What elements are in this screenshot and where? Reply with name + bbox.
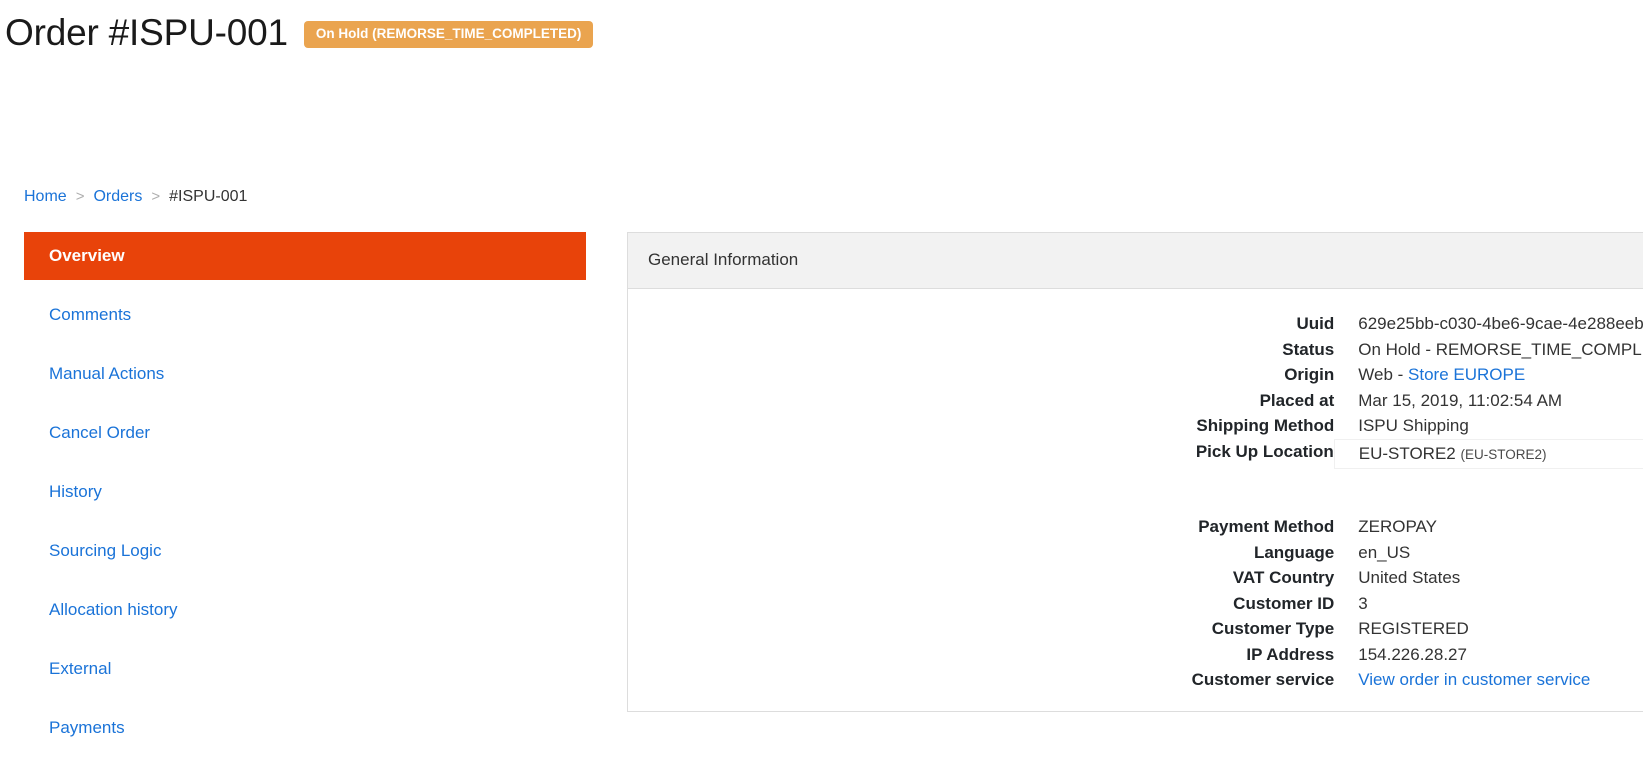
general-information-table: Uuid 629e25bb-c030-4be6-9cae-4e288eebd6d…: [628, 311, 1643, 693]
table-row: VAT Country United States: [628, 565, 1643, 591]
field-value-vat-country: United States: [1358, 568, 1461, 587]
table-row: IP Address 154.226.28.27: [628, 642, 1643, 668]
field-label-customer-id: Customer ID: [1233, 593, 1335, 613]
breadcrumb-separator: >: [151, 188, 161, 205]
field-label-shipping-method: Shipping Method: [1196, 416, 1335, 435]
table-row: Customer ID 3: [628, 591, 1643, 617]
sidebar-item-sourcing-logic[interactable]: Sourcing Logic: [24, 527, 586, 575]
field-value-ip-address: 154.226.28.27: [1358, 644, 1467, 664]
field-label-language: Language: [1253, 542, 1335, 562]
order-sidebar-nav: Overview Comments Manual Actions Cancel …: [24, 232, 586, 763]
sidebar-item-overview[interactable]: Overview: [24, 232, 586, 280]
spacer-cell: [1334, 469, 1643, 515]
field-value-placed-at: Mar 15, 2019, 11:02:54 AM: [1358, 390, 1563, 410]
page-title: Order #ISPU-001: [5, 12, 288, 53]
field-value-customer-type: REGISTERED: [1358, 619, 1469, 638]
breadcrumb-item-orders[interactable]: Orders: [93, 186, 142, 208]
sidebar-item-payments[interactable]: Payments: [24, 704, 586, 752]
store-europe-link[interactable]: Store EUROPE: [1408, 365, 1525, 384]
table-row: Customer service View order in customer …: [628, 667, 1643, 693]
table-row: Shipping Method ISPU Shipping: [628, 413, 1643, 439]
table-row: Status On Hold - REMORSE_TIME_COMPLETED: [628, 337, 1643, 363]
table-row: Placed at Mar 15, 2019, 11:02:54 AM: [628, 388, 1643, 414]
sidebar-item-history[interactable]: History: [24, 468, 586, 516]
field-value-customer-id: 3: [1358, 593, 1368, 613]
pick-up-location-name: EU-STORE2: [1358, 443, 1456, 463]
breadcrumb-item-current: #ISPU-001: [169, 188, 248, 205]
field-label-customer-type: Customer Type: [1211, 619, 1335, 638]
table-row: Customer Type REGISTERED: [628, 616, 1643, 642]
field-value-shipping-method: ISPU Shipping: [1358, 416, 1469, 435]
panel-title: General Information: [628, 233, 1643, 289]
field-label-placed-at: Placed at: [1259, 390, 1335, 410]
sidebar-item-external[interactable]: External: [24, 645, 586, 693]
field-group-spacer: [628, 469, 1643, 515]
field-label-uuid: Uuid: [1296, 314, 1335, 333]
table-row: Uuid 629e25bb-c030-4be6-9cae-4e288eebd6d…: [628, 311, 1643, 337]
field-label-customer-service: Customer service: [1191, 670, 1335, 689]
view-order-in-customer-service-link[interactable]: View order in customer service: [1358, 670, 1590, 689]
sidebar-item-comments[interactable]: Comments: [24, 291, 586, 339]
table-row: Origin Web - Store EUROPE: [628, 362, 1643, 388]
panel-body: Uuid 629e25bb-c030-4be6-9cae-4e288eebd6d…: [628, 289, 1643, 711]
breadcrumb: Home > Orders > #ISPU-001: [24, 186, 247, 208]
sidebar-item-manual-actions[interactable]: Manual Actions: [24, 350, 586, 398]
field-value-status: On Hold - REMORSE_TIME_COMPLETED: [1358, 339, 1643, 359]
breadcrumb-separator: >: [75, 188, 85, 205]
general-information-panel: General Information Uuid 629e25bb-c030-4…: [627, 232, 1643, 712]
field-label-status: Status: [1282, 339, 1335, 359]
pick-up-location-code: (EU-STORE2): [1460, 446, 1547, 462]
spacer-cell: [628, 469, 1334, 515]
field-value-origin: Web - Store EUROPE: [1334, 362, 1643, 388]
field-value-payment-method: ZEROPAY: [1358, 517, 1437, 536]
field-value-uuid: 629e25bb-c030-4be6-9cae-4e288eebd6d1: [1358, 314, 1643, 333]
sidebar-item-cancel-order[interactable]: Cancel Order: [24, 409, 586, 457]
table-row: Language en_US: [628, 540, 1643, 566]
field-label-pick-up-location: Pick Up Location: [1195, 442, 1334, 461]
table-row: Payment Method ZEROPAY: [628, 514, 1643, 540]
field-label-payment-method: Payment Method: [1198, 517, 1335, 536]
field-value-language: en_US: [1358, 542, 1411, 562]
field-label-origin: Origin: [1284, 365, 1335, 384]
sidebar-item-allocation-history[interactable]: Allocation history: [24, 586, 586, 634]
origin-prefix: Web -: [1358, 365, 1409, 384]
field-label-vat-country: VAT Country: [1232, 568, 1335, 587]
status-badge: On Hold (REMORSE_TIME_COMPLETED): [303, 21, 594, 48]
field-label-ip-address: IP Address: [1246, 644, 1335, 664]
breadcrumb-item-home[interactable]: Home: [24, 186, 67, 208]
field-value-customer-service: View order in customer service: [1334, 667, 1643, 693]
field-value-pick-up-location: EU-STORE2 (EU-STORE2): [1333, 438, 1643, 469]
page-header: Order #ISPU-001 On Hold (REMORSE_TIME_CO…: [5, 12, 594, 53]
table-row: Pick Up Location EU-STORE2 (EU-STORE2): [628, 438, 1643, 469]
content-area: Overview Comments Manual Actions Cancel …: [0, 232, 1643, 760]
